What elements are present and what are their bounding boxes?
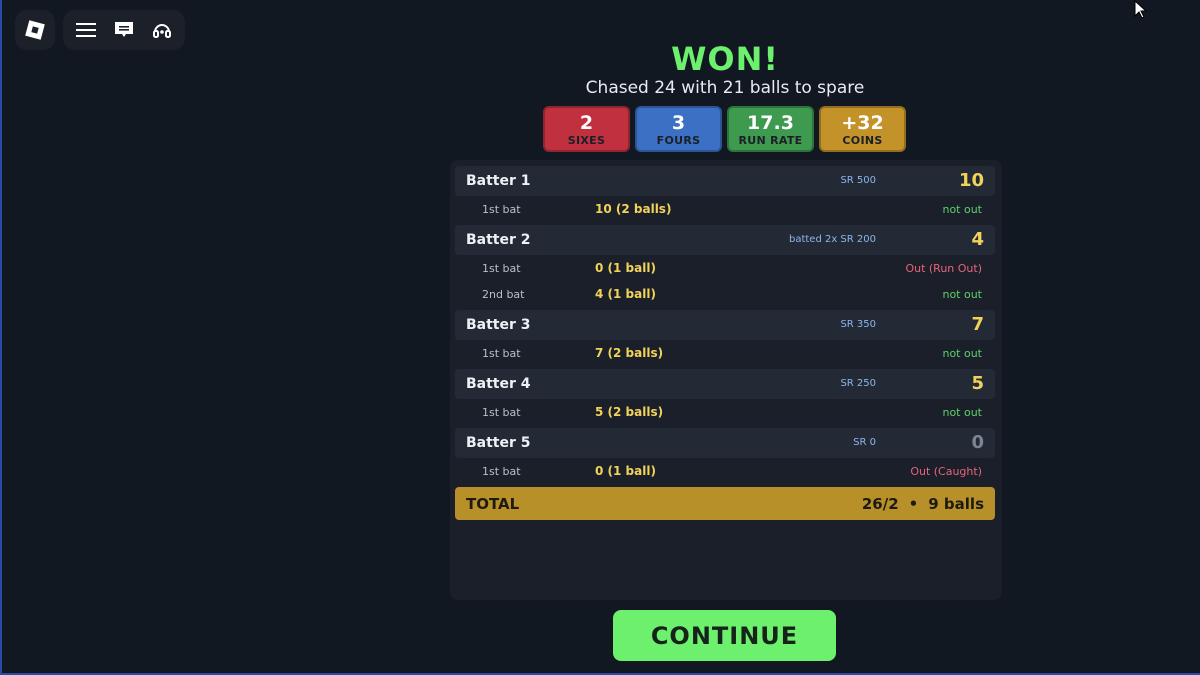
innings-label: 1st bat	[482, 465, 521, 478]
result-title: WON!	[671, 40, 779, 78]
stat-value: 17.3	[747, 111, 794, 134]
batter-name: Batter 3	[466, 317, 531, 333]
roblox-logo-icon[interactable]	[15, 10, 55, 50]
innings-runs: 7 (2 balls)	[595, 346, 664, 360]
batter-score: 0	[971, 432, 984, 453]
total-balls: 9 balls	[928, 495, 984, 513]
batter-score: 4	[971, 229, 984, 250]
stat-fours: 3 FOURS	[635, 106, 722, 152]
batter-row: Batter 5 SR 0 0	[455, 428, 995, 458]
stat-label: COINS	[842, 133, 883, 147]
innings-runs: 0 (1 ball)	[595, 464, 656, 478]
result-subtitle: Chased 24 with 21 balls to spare	[585, 78, 865, 98]
continue-button[interactable]: CONTINUE	[613, 610, 836, 661]
innings-label: 1st bat	[482, 262, 521, 275]
innings-runs: 5 (2 balls)	[595, 405, 664, 419]
innings-label: 1st bat	[482, 406, 521, 419]
innings-row: 1st bat 7 (2 balls) not out	[455, 343, 995, 365]
batter-name: Batter 5	[466, 435, 531, 451]
stat-coins: +32 COINS	[819, 106, 906, 152]
stat-value: 2	[579, 111, 594, 134]
top-control-bar	[63, 10, 185, 50]
batter-row: Batter 1 SR 500 10	[455, 166, 995, 196]
batter-score: 10	[958, 170, 984, 191]
batter-row: Batter 4 SR 250 5	[455, 369, 995, 399]
batter-name: Batter 4	[466, 376, 531, 392]
window-left-border	[0, 0, 2, 675]
chat-icon[interactable]	[109, 15, 139, 45]
batter-strike-rate: SR 500	[840, 175, 876, 186]
batter-strike-rate: SR 250	[840, 378, 876, 389]
total-bar: TOTAL 26/2 • 9 balls	[455, 487, 995, 520]
total-separator: •	[908, 495, 919, 513]
innings-row: 1st bat 5 (2 balls) not out	[455, 402, 995, 424]
batter-row: Batter 2 batted 2x SR 200 4	[455, 225, 995, 255]
headset-icon[interactable]	[147, 15, 177, 45]
innings-runs: 10 (2 balls)	[595, 202, 672, 216]
batter-name: Batter 1	[466, 173, 531, 189]
total-score: 26/2	[861, 495, 899, 513]
innings-status: Out (Run Out)	[905, 262, 982, 275]
innings-row: 1st bat 0 (1 ball) Out (Caught)	[455, 461, 995, 483]
batter-score: 5	[971, 373, 984, 394]
batter-strike-rate: SR 350	[840, 319, 876, 330]
innings-label: 1st bat	[482, 203, 521, 216]
stat-label: SIXES	[567, 133, 606, 147]
batter-strike-rate: SR 0	[853, 437, 876, 448]
innings-row: 1st bat 10 (2 balls) not out	[455, 199, 995, 221]
innings-status: not out	[942, 288, 982, 301]
stat-label: FOURS	[656, 133, 701, 147]
innings-label: 1st bat	[482, 347, 521, 360]
total-value: 26/2 • 9 balls	[862, 495, 984, 513]
innings-row: 2nd bat 4 (1 ball) not out	[455, 284, 995, 306]
innings-status: Out (Caught)	[910, 465, 982, 478]
stat-sixes: 2 SIXES	[543, 106, 630, 152]
innings-status: not out	[942, 347, 982, 360]
innings-row: 1st bat 0 (1 ball) Out (Run Out)	[455, 258, 995, 280]
mouse-cursor-icon	[1134, 0, 1148, 24]
stat-value: +32	[841, 111, 884, 134]
stat-run-rate: 17.3 RUN RATE	[727, 106, 814, 152]
batter-row: Batter 3 SR 350 7	[455, 310, 995, 340]
batter-strike-rate: batted 2x SR 200	[788, 234, 876, 245]
innings-status: not out	[942, 406, 982, 419]
innings-status: not out	[942, 203, 982, 216]
innings-label: 2nd bat	[482, 288, 525, 301]
menu-icon[interactable]	[71, 15, 101, 45]
stat-value: 3	[671, 111, 686, 134]
innings-runs: 4 (1 ball)	[595, 287, 656, 301]
innings-runs: 0 (1 ball)	[595, 261, 656, 275]
batter-score: 7	[971, 314, 984, 335]
stat-label: RUN RATE	[738, 133, 803, 147]
batter-name: Batter 2	[466, 232, 531, 248]
stats-row: 2 SIXES 3 FOURS 17.3 RUN RATE +32 COINS	[543, 106, 906, 152]
total-label: TOTAL	[466, 495, 520, 513]
